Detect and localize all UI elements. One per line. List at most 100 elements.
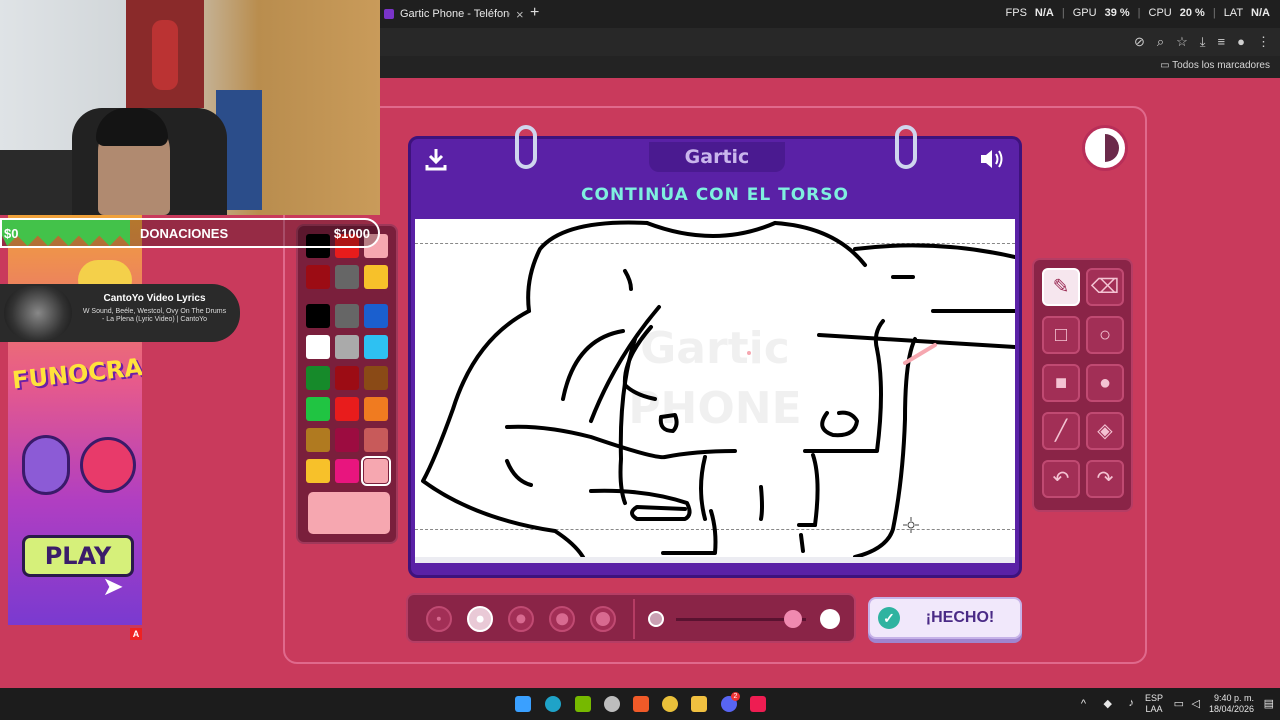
color-swatch[interactable] <box>306 304 330 328</box>
color-swatch[interactable] <box>335 459 359 483</box>
tool-panel: ✎ ⌫ □ ○ ■ ● ╱ ◈ ↶ ↷ <box>1032 258 1133 512</box>
color-swatch[interactable] <box>335 366 359 390</box>
ad-badge[interactable]: A <box>130 628 142 640</box>
tab-close-icon[interactable]: × <box>516 7 524 22</box>
rectangle-filled-icon[interactable]: ■ <box>1042 364 1080 402</box>
performance-overlay: FPS N/A | GPU 39 % | CPU 20 % | LAT N/A <box>1005 7 1270 19</box>
app-tray-icon[interactable]: ◆ <box>1104 697 1112 710</box>
funocracy-ad[interactable]: FUNOCRACY PLAY ➤ <box>8 215 142 625</box>
brush-size-dot <box>556 613 568 625</box>
rectangle-outline-icon[interactable]: □ <box>1042 316 1080 354</box>
eraser-icon[interactable]: ⌫ <box>1086 268 1124 306</box>
color-swatch[interactable] <box>361 456 391 486</box>
color-swatch[interactable] <box>335 335 359 359</box>
volume-icon[interactable]: ◁ <box>1192 697 1200 710</box>
brush-size-button[interactable] <box>590 606 616 632</box>
language-code: ESP <box>1144 693 1163 703</box>
color-swatch[interactable] <box>306 428 330 452</box>
menu-icon[interactable]: ⋮ <box>1257 34 1270 50</box>
undo-icon[interactable]: ↶ <box>1042 460 1080 498</box>
fps-label: FPS <box>1005 7 1027 19</box>
color-palette <box>296 224 398 544</box>
color-swatch[interactable] <box>364 366 388 390</box>
download-drawing-icon[interactable] <box>425 147 447 171</box>
color-swatch[interactable] <box>306 366 330 390</box>
network-icon[interactable]: ▭ <box>1174 697 1184 710</box>
notifications-icon[interactable]: ▤ <box>1264 697 1274 710</box>
new-tab-button[interactable]: + <box>530 4 539 22</box>
nvidia-icon[interactable] <box>575 696 591 712</box>
windows-start-icon[interactable] <box>515 696 531 712</box>
drawing-prompt: CONTINÚA CON EL TORSO <box>581 185 849 205</box>
all-bookmarks-button[interactable]: ▭ Todos los marcadores <box>1160 60 1270 71</box>
opacity-low-icon[interactable] <box>648 611 664 627</box>
file-explorer-icon[interactable] <box>691 696 707 712</box>
brave-icon[interactable] <box>633 696 649 712</box>
color-swatch[interactable] <box>364 335 388 359</box>
reading-list-icon[interactable]: ≡ <box>1218 34 1226 50</box>
color-swatch[interactable] <box>364 397 388 421</box>
now-playing-subtitle: W Sound, Beéle, Westcol, Ovy On The Drum… <box>82 308 227 323</box>
color-swatch[interactable] <box>335 397 359 421</box>
fill-bucket-icon[interactable]: ◈ <box>1086 412 1124 450</box>
tray-overflow-icon[interactable]: ^ <box>1081 698 1086 710</box>
zoom-icon[interactable]: ⌕ <box>1157 34 1164 50</box>
color-swatch[interactable] <box>364 428 388 452</box>
download-icon[interactable]: ⤓ <box>1200 34 1206 50</box>
done-label: ¡HECHO! <box>925 609 995 626</box>
color-swatch[interactable] <box>306 335 330 359</box>
brush-size-dot <box>476 615 484 623</box>
brush-size-button[interactable] <box>508 606 534 632</box>
brush-controls <box>406 593 856 643</box>
opacity-high-icon[interactable] <box>820 609 840 629</box>
cursor-icon: ➤ <box>102 571 124 601</box>
brush-size-button[interactable] <box>426 606 452 632</box>
board-header: Gartic CONTINÚA CON EL TORSO <box>411 139 1019 219</box>
color-swatch[interactable] <box>364 265 388 289</box>
circle-outline-icon[interactable]: ○ <box>1086 316 1124 354</box>
album-art <box>4 286 72 340</box>
bookmarks-folder-label: Todos los marcadores <box>1172 60 1270 71</box>
donation-goal-bar: $0 DONACIONES $1000 <box>0 218 380 248</box>
layout-code: LAA <box>1145 704 1163 714</box>
color-swatch[interactable] <box>364 304 388 328</box>
redo-icon[interactable]: ↷ <box>1086 460 1124 498</box>
color-swatch[interactable] <box>306 459 330 483</box>
tiktok-icon[interactable] <box>750 696 766 712</box>
ad-character-icon <box>22 435 70 495</box>
brush-size-button[interactable] <box>549 606 575 632</box>
color-swatch[interactable] <box>306 397 330 421</box>
color-swatch[interactable] <box>335 304 359 328</box>
donation-max: $1000 <box>333 226 370 241</box>
language-indicator[interactable]: ESP LAA <box>1145 693 1163 715</box>
eye-off-icon[interactable]: ⊘ <box>1134 34 1145 50</box>
color-swatch[interactable] <box>335 265 359 289</box>
drawing-canvas[interactable]: Gartic PHONE <box>415 219 1015 563</box>
lat-label: LAT <box>1223 7 1244 19</box>
steam-icon[interactable] <box>604 696 620 712</box>
color-swatch[interactable] <box>335 428 359 452</box>
clock-time: 9:40 p. m. <box>1213 693 1254 703</box>
circle-filled-icon[interactable]: ● <box>1086 364 1124 402</box>
contrast-toggle-icon[interactable] <box>1082 125 1128 171</box>
ad-logo: FUNOCRACY <box>10 349 142 395</box>
cpu-value: 20 % <box>1179 7 1205 19</box>
opacity-slider-handle[interactable] <box>784 610 802 628</box>
done-button[interactable]: ✓ ¡HECHO! <box>868 597 1022 639</box>
browser-tab[interactable]: Gartic Phone - Teléfono Descon × <box>378 2 528 26</box>
microphone-icon[interactable]: ♪ <box>1129 697 1135 709</box>
star-icon[interactable]: ☆ <box>1176 34 1188 50</box>
gartic-logo: Gartic <box>649 142 785 172</box>
system-tray: ^ ◆ ♪ ESP LAA ▭ ◁ 9:40 p. m. 18/04/2026 … <box>1070 688 1280 720</box>
gartic-favicon-icon <box>384 9 394 19</box>
brush-size-button[interactable] <box>467 606 493 632</box>
chrome-icon[interactable] <box>662 696 678 712</box>
check-icon: ✓ <box>878 607 900 629</box>
pencil-icon[interactable]: ✎ <box>1042 268 1080 306</box>
color-swatch[interactable] <box>306 265 330 289</box>
profile-icon[interactable]: ● <box>1237 34 1245 50</box>
sound-icon[interactable] <box>979 147 1005 171</box>
clock[interactable]: 9:40 p. m. 18/04/2026 <box>1209 693 1254 715</box>
line-icon[interactable]: ╱ <box>1042 412 1080 450</box>
edge-icon[interactable] <box>545 696 561 712</box>
